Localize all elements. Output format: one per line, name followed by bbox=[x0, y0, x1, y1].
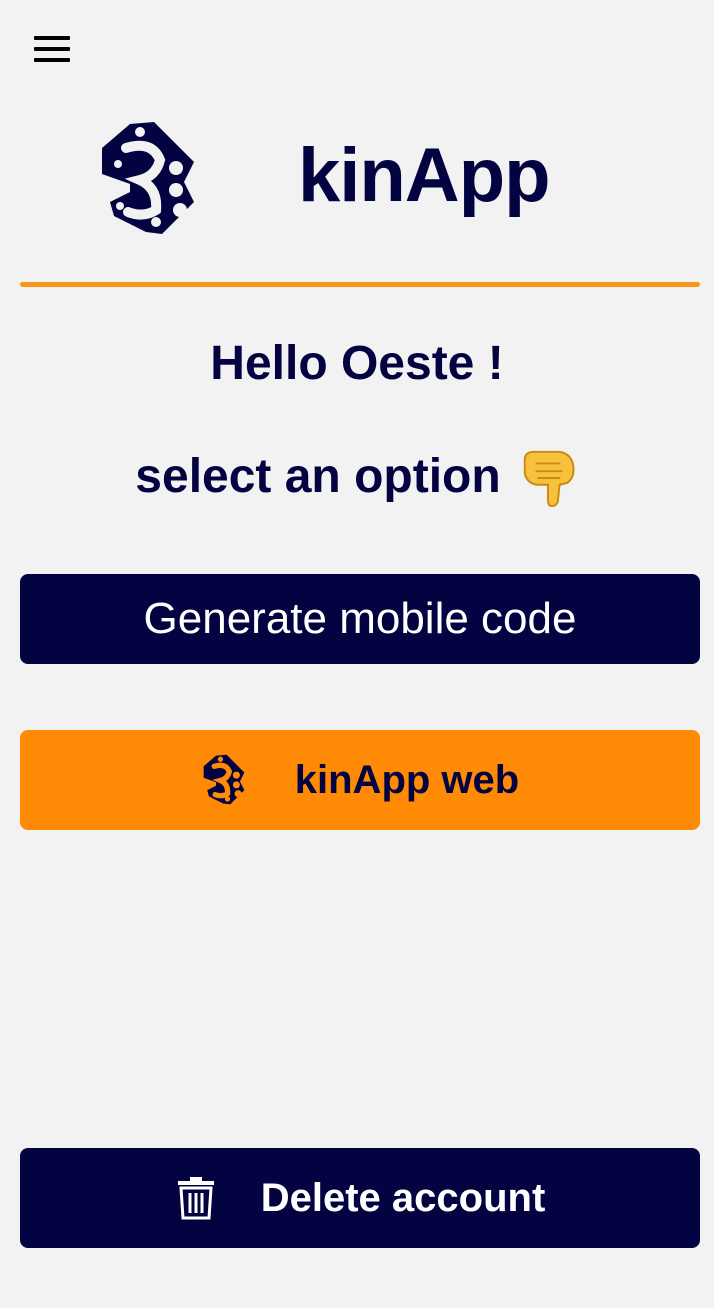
header-divider bbox=[20, 282, 700, 287]
menu-icon-bar bbox=[34, 58, 70, 62]
delete-account-button[interactable]: Delete account bbox=[20, 1148, 700, 1248]
kinapp-logo-icon bbox=[102, 122, 194, 234]
menu-icon-bar bbox=[34, 47, 70, 51]
app-title: kinApp bbox=[298, 133, 551, 218]
menu-button[interactable] bbox=[30, 32, 74, 66]
trash-icon bbox=[177, 1177, 214, 1220]
generate-mobile-code-label: Generate mobile code bbox=[143, 594, 577, 643]
prompt-row: select an option bbox=[0, 446, 714, 508]
kinapp-logo-icon bbox=[203, 754, 245, 805]
delete-account-label: Delete account bbox=[260, 1175, 546, 1220]
prompt-text: select an option bbox=[135, 449, 501, 503]
pointing-down-hand-icon bbox=[523, 450, 575, 508]
kinapp-web-button[interactable]: kinApp web bbox=[20, 730, 700, 830]
kinapp-web-label: kinApp web bbox=[294, 757, 520, 802]
menu-icon-bar bbox=[34, 36, 70, 40]
greeting-text: Hello Oeste ! bbox=[210, 337, 504, 390]
generate-mobile-code-button[interactable]: Generate mobile code bbox=[20, 574, 700, 664]
